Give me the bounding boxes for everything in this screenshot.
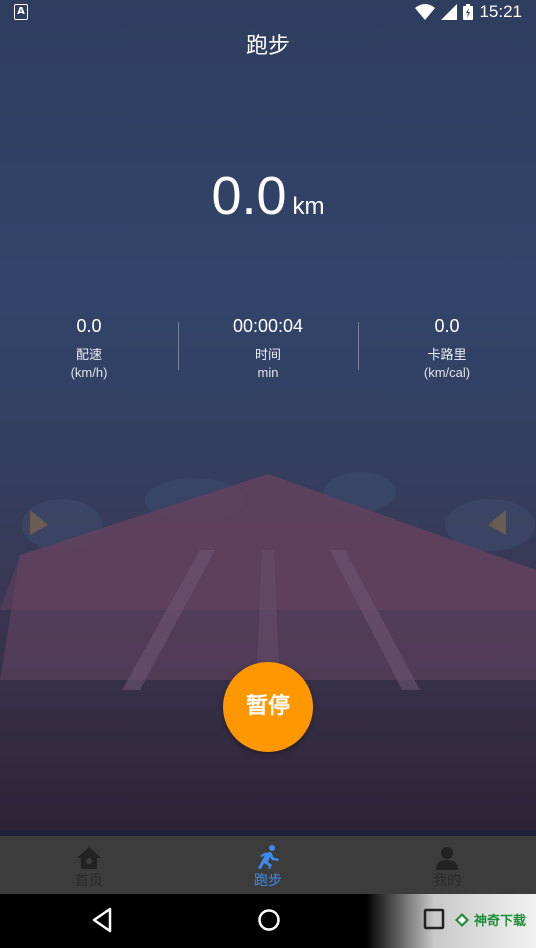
tab-label: 我的 bbox=[433, 873, 461, 889]
watermark: 神奇下载 bbox=[454, 910, 526, 929]
page-title: 跑步 bbox=[245, 34, 290, 59]
stat-label: 卡路里 bbox=[427, 348, 467, 363]
stat-speed: 0.0 配速 (km/h) bbox=[0, 312, 178, 380]
tab-running[interactable]: 跑步 bbox=[179, 842, 357, 890]
signal-icon bbox=[441, 4, 458, 20]
system-nav-bar: 神奇下载 bbox=[0, 894, 536, 948]
back-icon[interactable] bbox=[90, 906, 114, 934]
wifi-icon bbox=[415, 4, 436, 20]
stat-label: 时间 bbox=[254, 348, 281, 363]
distance-unit: km bbox=[292, 193, 325, 220]
stat-value: 00:00:04 bbox=[232, 316, 304, 336]
stat-calories: 0.0 卡路里 (km/cal) bbox=[358, 312, 536, 380]
bottom-tab-bar: 首页 跑步 我的 bbox=[0, 830, 536, 894]
watermark-logo-icon bbox=[454, 912, 469, 927]
stat-unit: (km/cal) bbox=[423, 365, 471, 380]
battery-icon bbox=[463, 4, 474, 20]
track-illustration bbox=[0, 472, 536, 690]
distance-value: 0.0 bbox=[211, 166, 287, 226]
stat-value: 0.0 bbox=[434, 316, 460, 336]
stat-time: 00:00:04 时间 min bbox=[179, 312, 357, 380]
stat-label: 配速 bbox=[75, 348, 102, 363]
home-icon bbox=[77, 847, 101, 869]
tab-home[interactable]: 首页 bbox=[0, 842, 178, 890]
home-circle-icon[interactable] bbox=[256, 906, 282, 934]
pause-button[interactable]: 暂停 bbox=[223, 662, 313, 752]
tab-label: 跑步 bbox=[254, 873, 282, 889]
stats-row: 0.0 配速 (km/h) 00:00:04 时间 min 0.0 卡路里 (k… bbox=[0, 312, 536, 392]
running-screen: A 15:21 跑步 0.0 km 0.0 配速 (km/h) 00:00:04 … bbox=[0, 0, 536, 948]
tab-profile[interactable]: 我的 bbox=[358, 842, 536, 890]
notification-icon: A bbox=[14, 4, 28, 20]
watermark-text: 神奇下载 bbox=[473, 914, 526, 929]
status-icons: 15:21 bbox=[415, 2, 522, 22]
stat-unit: (km/h) bbox=[70, 365, 108, 380]
stat-unit: min bbox=[257, 365, 279, 380]
stat-value: 0.0 bbox=[76, 316, 102, 336]
status-bar: A 15:21 bbox=[0, 0, 536, 24]
running-person-icon bbox=[258, 845, 279, 869]
recents-square-icon[interactable] bbox=[423, 908, 445, 932]
clock: 15:21 bbox=[479, 2, 522, 21]
tab-label: 首页 bbox=[75, 873, 103, 889]
distance-display: 0.0 km bbox=[0, 165, 536, 227]
profile-icon bbox=[436, 847, 458, 870]
